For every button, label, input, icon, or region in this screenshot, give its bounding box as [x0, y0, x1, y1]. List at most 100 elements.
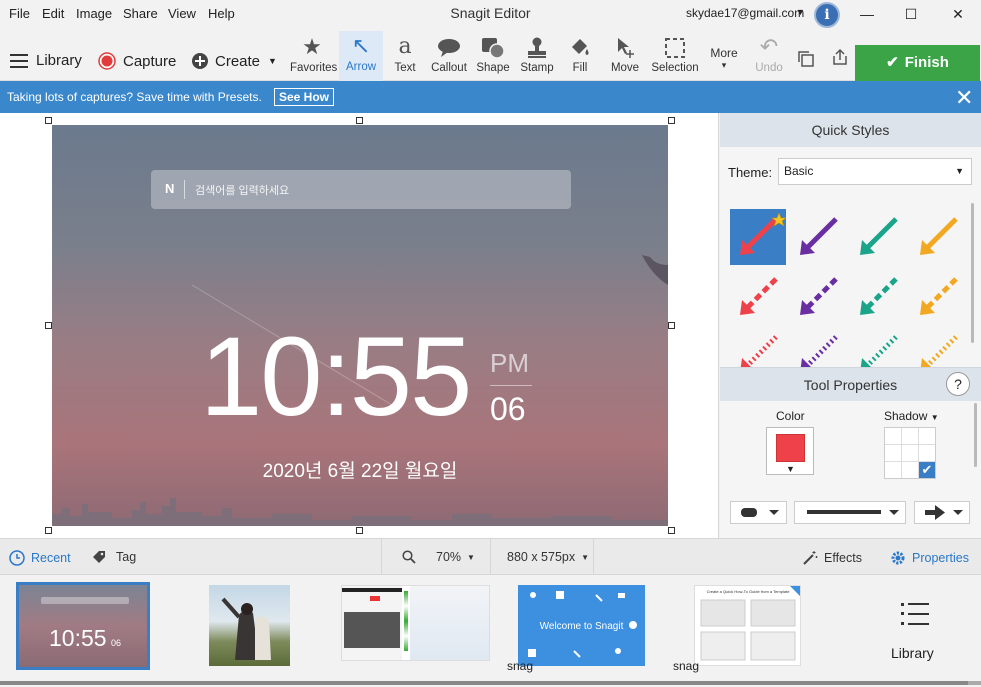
line-cap-dropdown[interactable] — [730, 501, 787, 524]
tool-selection[interactable]: Selection — [650, 32, 700, 80]
account-chevron-down-icon[interactable]: ▼ — [796, 7, 805, 17]
tray-item[interactable] — [341, 585, 490, 661]
tool-properties-scrollbar[interactable] — [974, 403, 977, 467]
clock-icon — [9, 550, 25, 566]
color-picker[interactable]: ▼ — [766, 427, 814, 475]
resize-handle-sw[interactable] — [45, 527, 52, 534]
menu-edit[interactable]: Edit — [42, 6, 64, 21]
tool-arrow[interactable]: ↖ Arrow — [339, 31, 383, 81]
gear-icon — [891, 551, 905, 565]
city-skyline — [52, 498, 668, 526]
menu-share[interactable]: Share — [123, 6, 158, 21]
quick-style-arrow[interactable] — [910, 209, 966, 265]
tool-properties-header: Tool Properties — [720, 367, 981, 401]
color-swatch — [776, 434, 805, 462]
finish-button[interactable]: ✔ Finish — [855, 45, 980, 81]
menu-view[interactable]: View — [168, 6, 196, 21]
magic-wand-icon — [803, 551, 818, 565]
naver-logo: N — [165, 181, 175, 196]
help-icon[interactable]: ? — [946, 372, 970, 396]
tag-button[interactable]: Tag — [92, 550, 136, 564]
tray-item[interactable]: Create a Quick How-To Guide from a Templ… — [694, 585, 801, 666]
recent-button[interactable]: Recent — [9, 550, 71, 566]
status-bar: Recent Tag 70% ▼ 880 x 575px ▼ Effects P… — [0, 538, 981, 575]
info-icon[interactable]: i — [814, 2, 840, 28]
quick-style-arrow[interactable] — [790, 269, 846, 325]
capture-tray: 10:55 06 Welcome to Snagit snag Create a… — [0, 575, 981, 687]
tool-shape[interactable]: Shape — [471, 32, 515, 80]
checkmark-icon[interactable]: ✔ — [919, 462, 935, 478]
capture-button[interactable]: Capture — [98, 52, 176, 70]
quick-style-arrow[interactable] — [790, 209, 846, 265]
line-style-dropdown[interactable] — [794, 501, 906, 524]
resize-handle-s[interactable] — [356, 527, 363, 534]
canvas-area[interactable]: N 검색어를 입력하세요 10:55 PM 06 2020년 6월 22일 월요… — [0, 113, 719, 538]
presets-banner: Taking lots of captures? Save time with … — [0, 81, 981, 113]
share-button[interactable] — [820, 32, 860, 80]
quick-style-arrow[interactable] — [910, 269, 966, 325]
properties-button[interactable]: Properties — [890, 550, 969, 566]
effects-button[interactable]: Effects — [802, 550, 862, 566]
quick-style-arrow[interactable] — [850, 209, 906, 265]
resize-handle-nw[interactable] — [45, 117, 52, 124]
undo-icon: ↶ — [759, 34, 779, 59]
capture-image[interactable]: N 검색어를 입력하세요 10:55 PM 06 2020년 6월 22일 월요… — [52, 125, 668, 526]
shadow-label[interactable]: Shadow ▼ — [884, 409, 939, 423]
resize-handle-se[interactable] — [668, 527, 675, 534]
resize-handle-n[interactable] — [356, 117, 363, 124]
tool-move[interactable]: Move — [603, 32, 647, 80]
close-window-button[interactable]: ✕ — [948, 4, 968, 24]
tool-more[interactable]: More ▾ — [702, 32, 746, 80]
menu-file[interactable]: File — [9, 6, 30, 21]
menu-bar: File Edit Image Share View Help Snagit E… — [0, 0, 981, 28]
maximize-button[interactable]: ☐ — [901, 4, 921, 24]
quick-style-arrow[interactable] — [730, 327, 786, 373]
account-email[interactable]: skydae17@gmail.com — [686, 6, 804, 20]
quick-styles-scrollbar[interactable] — [971, 203, 974, 343]
star-icon: ★ — [302, 34, 322, 59]
quick-style-arrow[interactable] — [910, 327, 966, 373]
resize-handle-w[interactable] — [45, 322, 52, 329]
tray-item[interactable] — [209, 585, 290, 666]
tool-favorites[interactable]: ★ Favorites — [290, 32, 337, 80]
checkmark-icon: ✔ — [886, 54, 899, 71]
library-label: Library — [36, 52, 82, 69]
quick-style-arrow[interactable] — [790, 327, 846, 373]
resize-handle-e[interactable] — [668, 322, 675, 329]
theme-label: Theme: — [728, 165, 773, 180]
menu-image[interactable]: Image — [76, 6, 112, 21]
tool-stamp[interactable]: Stamp — [515, 32, 559, 80]
quick-style-arrow[interactable] — [730, 269, 786, 325]
menu-help[interactable]: Help — [208, 6, 235, 21]
tray-item[interactable]: 10:55 06 — [16, 582, 150, 670]
dimensions-control[interactable]: 880 x 575px ▼ — [507, 550, 589, 564]
library-button[interactable]: Library — [10, 52, 82, 69]
tray-scrollbar[interactable] — [0, 681, 981, 685]
zoom-control[interactable]: 70% ▼ — [402, 550, 475, 564]
shadow-direction-grid[interactable]: ✔ — [884, 427, 936, 479]
tray-item[interactable]: Welcome to Snagit — [518, 585, 645, 666]
close-icon[interactable]: ✕ — [955, 85, 973, 111]
tool-text[interactable]: a Text — [383, 32, 427, 80]
quick-style-arrow[interactable] — [850, 327, 906, 373]
clock-seconds: 06 — [490, 391, 526, 427]
search-placeholder: 검색어를 입력하세요 — [195, 185, 290, 197]
arrow-end-dropdown[interactable] — [914, 501, 970, 524]
shape-icon — [471, 32, 515, 62]
tool-fill[interactable]: Fill — [558, 32, 602, 80]
undo-button[interactable]: ↶ Undo — [747, 32, 791, 80]
see-how-button[interactable]: See How — [274, 88, 335, 106]
theme-dropdown[interactable]: Basic ▼ — [778, 158, 972, 185]
minimize-button[interactable]: — — [857, 4, 877, 24]
search-bar[interactable]: N 검색어를 입력하세요 — [151, 170, 571, 209]
stamp-icon — [515, 32, 559, 62]
resize-handle-ne[interactable] — [668, 117, 675, 124]
tray-item-name: snag — [507, 659, 534, 673]
chevron-down-icon: ▼ — [581, 552, 590, 562]
tool-callout[interactable]: Callout — [427, 32, 471, 80]
move-icon — [603, 32, 647, 62]
color-label: Color — [776, 409, 805, 423]
create-button[interactable]: Create ▼ — [191, 52, 277, 70]
quick-style-arrow[interactable] — [850, 269, 906, 325]
quick-style-arrow[interactable] — [730, 209, 787, 265]
